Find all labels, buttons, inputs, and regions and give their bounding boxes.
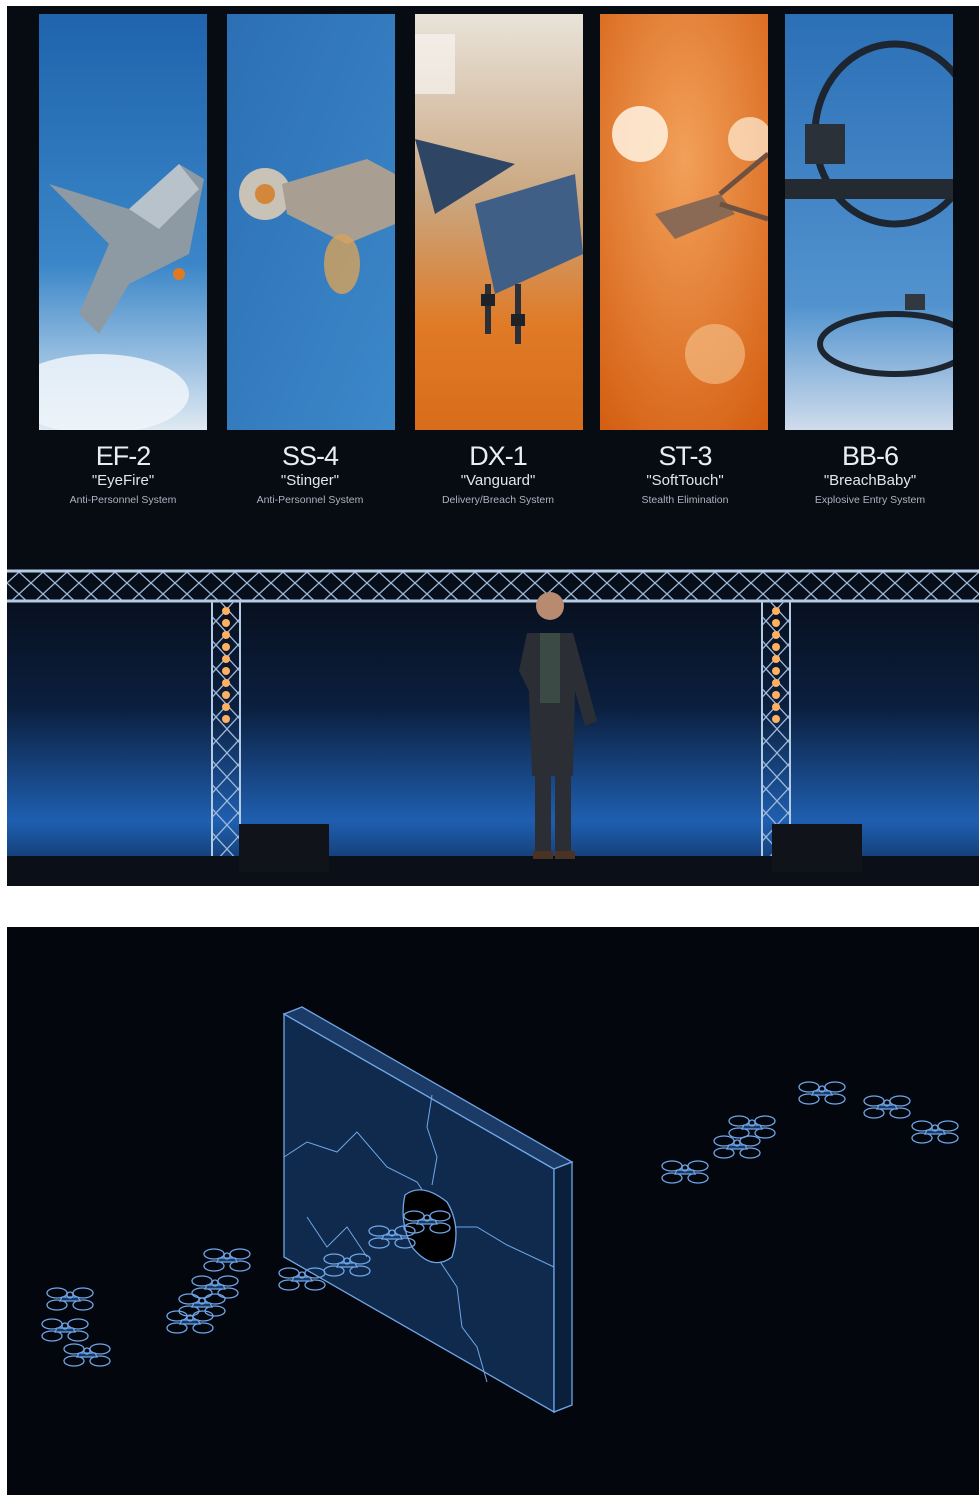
drone-panel-bb6 (785, 14, 953, 430)
drone-code: BB-6 (841, 441, 899, 471)
drone-code: EF-2 (95, 441, 152, 471)
wall-breach-illustration (41, 1006, 959, 1414)
caption-st3: ST-3 "SoftTouch" Stealth Elimination (590, 440, 780, 507)
drone-panel-ef2 (39, 14, 207, 430)
drone-description: Delivery/Breach System (441, 494, 555, 506)
drone-nickname: "Vanguard" (460, 472, 536, 489)
stage-photo: EF-2 "EyeFire" Anti-Personnel System SS-… (7, 6, 979, 886)
stage-scene (7, 561, 979, 886)
drone-panel-ss4 (227, 14, 395, 430)
drone-nickname: "Stinger" (280, 472, 340, 489)
drone-description: Stealth Elimination (641, 494, 729, 506)
drone-description: Anti-Personnel System (69, 494, 177, 506)
wall-icon (282, 1006, 574, 1414)
breach-diagram (7, 927, 979, 1495)
drone-code: DX-1 (469, 441, 528, 471)
caption-ef2: EF-2 "EyeFire" Anti-Personnel System (28, 440, 218, 507)
drone-panel-dx1 (415, 14, 583, 430)
drone-nickname: "SoftTouch" (646, 472, 724, 489)
drone-code: ST-3 (658, 441, 712, 471)
drone-description: Anti-Personnel System (256, 494, 364, 506)
drone-description: Explosive Entry System (814, 494, 926, 506)
drone-panel-st3 (600, 14, 768, 430)
drone-code: SS-4 (281, 441, 339, 471)
caption-bb6: BB-6 "BreachBaby" Explosive Entry System (775, 440, 965, 507)
drone-nickname: "BreachBaby" (823, 472, 917, 489)
caption-dx1: DX-1 "Vanguard" Delivery/Breach System (403, 440, 593, 507)
drone-nickname: "EyeFire" (91, 472, 155, 489)
caption-ss4: SS-4 "Stinger" Anti-Personnel System (215, 440, 405, 507)
